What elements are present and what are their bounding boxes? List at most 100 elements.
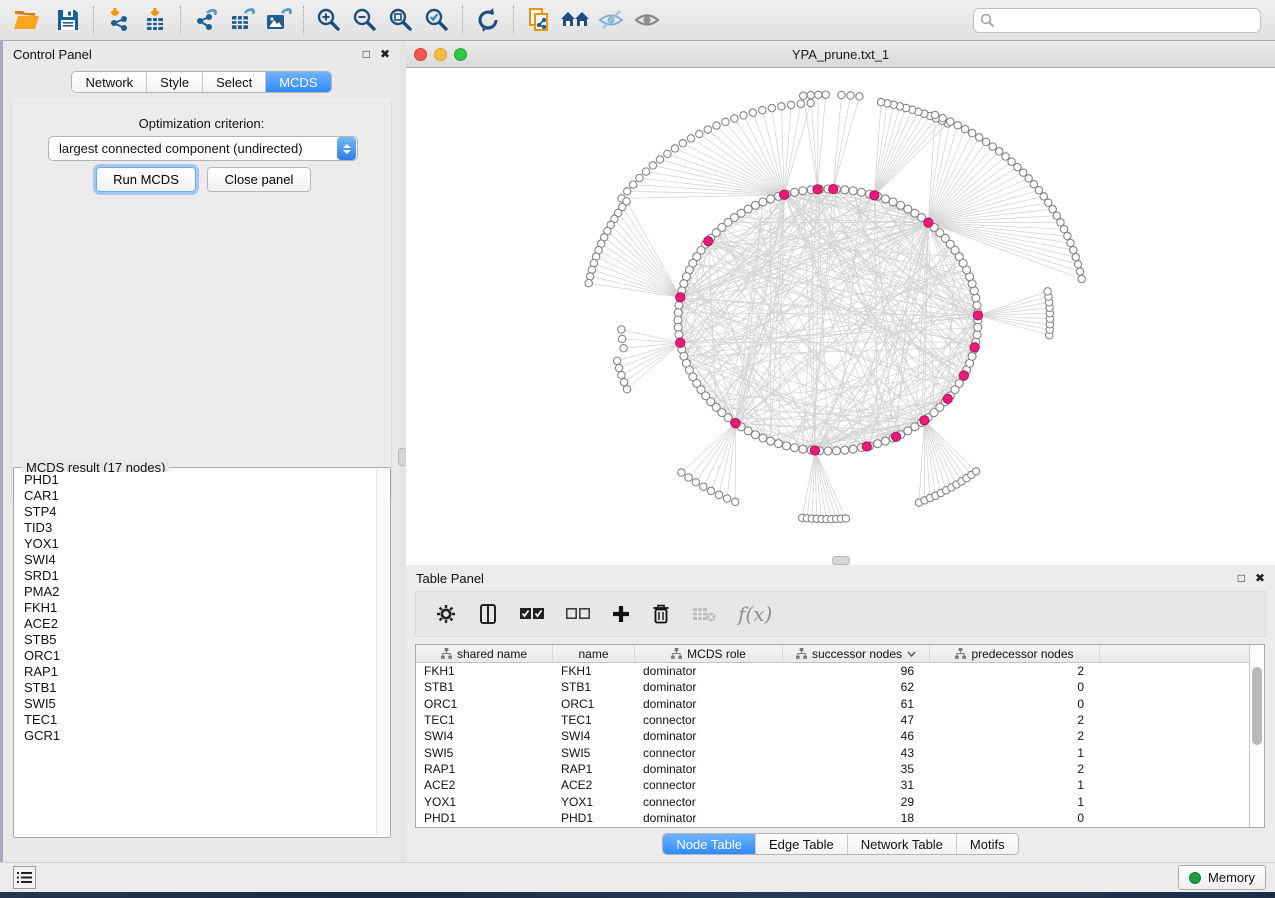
column-settings-icon[interactable] <box>478 604 498 624</box>
memory-status-icon <box>1189 872 1201 884</box>
open-file-button[interactable] <box>8 4 44 36</box>
mcds-node-item[interactable]: STB5 <box>24 632 377 648</box>
mcds-node-item[interactable]: STB1 <box>24 680 377 696</box>
export-image-button[interactable] <box>260 4 296 36</box>
mcds-result-box: MCDS result (17 nodes) PHD1CAR1STP4TID3Y… <box>13 467 391 838</box>
node-table: shared name name MCDS rolesuccessor nodesp… <box>415 644 1265 828</box>
show-all-button[interactable] <box>629 4 665 36</box>
table-cell: dominator <box>635 680 783 694</box>
table-cell: 35 <box>783 762 930 776</box>
mcds-node-item[interactable]: TID3 <box>24 520 377 536</box>
column-header-predecessor-nodes[interactable]: predecessor nodes <box>930 645 1100 662</box>
column-header-MCDS-role[interactable]: MCDS role <box>635 645 783 662</box>
zoom-out-button[interactable] <box>347 4 383 36</box>
tab-style[interactable]: Style <box>146 72 202 92</box>
close-panel-icon[interactable]: ✖ <box>1255 571 1265 585</box>
table-scrollbar[interactable] <box>1249 645 1264 827</box>
table-cell: 2 <box>930 762 1100 776</box>
deselect-all-icon[interactable] <box>566 607 590 621</box>
eye-icon <box>633 7 661 33</box>
task-history-button[interactable] <box>13 866 36 889</box>
mcds-node-item[interactable]: SRD1 <box>24 568 377 584</box>
run-mcds-button[interactable]: Run MCDS <box>96 167 196 192</box>
horizontal-splitter-handle[interactable] <box>832 556 850 565</box>
table-cell: PHD1 <box>553 811 635 825</box>
table-row[interactable]: YOX1YOX1connector291 <box>416 793 1249 809</box>
table-row[interactable]: RAP1RAP1dominator352 <box>416 761 1249 777</box>
tab-edge-table[interactable]: Edge Table <box>755 834 847 854</box>
mcds-node-item[interactable]: YOX1 <box>24 536 377 552</box>
table-cell: STB1 <box>416 680 553 694</box>
tab-select[interactable]: Select <box>202 72 265 92</box>
zoom-fit-button[interactable] <box>383 4 419 36</box>
table-row[interactable]: SWI4SWI4dominator462 <box>416 728 1249 744</box>
mcds-node-item[interactable]: SWI5 <box>24 696 377 712</box>
close-panel-icon[interactable]: ✖ <box>380 47 390 61</box>
mcds-node-item[interactable]: PMA2 <box>24 584 377 600</box>
refresh-view-button[interactable] <box>470 4 506 36</box>
export-network-button[interactable] <box>188 4 224 36</box>
hide-selected-button[interactable] <box>593 4 629 36</box>
float-panel-icon[interactable]: □ <box>363 47 370 61</box>
select-all-icon[interactable] <box>520 607 544 621</box>
mcds-node-item[interactable]: FKH1 <box>24 600 377 616</box>
table-row[interactable]: TEC1TEC1connector472 <box>416 712 1249 728</box>
mcds-node-item[interactable]: PHD1 <box>24 472 377 488</box>
import-network-icon <box>106 7 132 33</box>
close-panel-button[interactable]: Close panel <box>207 167 311 192</box>
table-row[interactable]: FKH1FKH1dominator962 <box>416 663 1249 679</box>
network-canvas[interactable] <box>406 68 1275 565</box>
table-tabs: Node TableEdge TableNetwork TableMotifs <box>662 833 1018 855</box>
mcds-node-item[interactable]: ORC1 <box>24 648 377 664</box>
tab-network[interactable]: Network <box>72 72 146 92</box>
tab-mcds[interactable]: MCDS <box>265 72 330 92</box>
table-cell: 61 <box>783 697 930 711</box>
mcds-node-item[interactable]: STP4 <box>24 504 377 520</box>
memory-button[interactable]: Memory <box>1178 865 1266 890</box>
zoom-selected-button[interactable] <box>419 4 455 36</box>
mcds-node-item[interactable]: TEC1 <box>24 712 377 728</box>
search-box <box>973 8 1261 33</box>
column-label: name <box>578 647 608 661</box>
gear-icon[interactable] <box>436 604 456 624</box>
table-row[interactable]: STB1STB1dominator620 <box>416 679 1249 695</box>
tab-network-table[interactable]: Network Table <box>847 834 956 854</box>
tab-motifs[interactable]: Motifs <box>956 834 1018 854</box>
column-label: shared name <box>457 647 527 661</box>
export-table-button[interactable] <box>224 4 260 36</box>
toolbar-separator <box>93 6 94 34</box>
table-row[interactable]: SWI5SWI5connector431 <box>416 744 1249 760</box>
optimization-label: Optimization criterion: <box>12 116 391 131</box>
search-input[interactable] <box>995 13 1254 28</box>
mcds-node-item[interactable]: CAR1 <box>24 488 377 504</box>
column-header-successor-nodes[interactable]: successor nodes <box>783 645 930 662</box>
clone-network-button[interactable] <box>521 4 557 36</box>
table-cell: 0 <box>930 811 1100 825</box>
zoom-in-button[interactable] <box>311 4 347 36</box>
add-column-icon[interactable] <box>612 605 630 623</box>
mcds-node-item[interactable]: SWI4 <box>24 552 377 568</box>
table-scrollbar-thumb[interactable] <box>1252 667 1262 745</box>
tab-node-table[interactable]: Node Table <box>663 834 755 854</box>
mcds-node-item[interactable]: GCR1 <box>24 728 377 744</box>
import-network-button[interactable] <box>101 4 137 36</box>
float-panel-icon[interactable]: □ <box>1238 571 1245 585</box>
first-neighbors-button[interactable] <box>557 4 593 36</box>
column-header-shared-name[interactable]: shared name <box>416 645 553 662</box>
table-cell: connector <box>635 795 783 809</box>
table-cell: ACE2 <box>416 778 553 792</box>
table-row[interactable]: ORC1ORC1dominator610 <box>416 696 1249 712</box>
optimization-select[interactable]: largest connected component (undirected) <box>48 136 358 161</box>
network-graph[interactable] <box>406 68 1275 565</box>
table-cell: FKH1 <box>553 664 635 678</box>
list-icon <box>17 871 32 884</box>
delete-column-icon[interactable] <box>652 604 670 624</box>
mcds-node-item[interactable]: RAP1 <box>24 664 377 680</box>
save-session-button[interactable] <box>50 4 86 36</box>
import-table-button[interactable] <box>137 4 173 36</box>
table-row[interactable]: ACE2ACE2connector311 <box>416 777 1249 793</box>
mcds-list-scrollbar[interactable] <box>376 469 389 836</box>
mcds-node-item[interactable]: ACE2 <box>24 616 377 632</box>
column-header-name[interactable]: name <box>553 645 635 662</box>
table-row[interactable]: PHD1PHD1dominator180 <box>416 810 1249 826</box>
